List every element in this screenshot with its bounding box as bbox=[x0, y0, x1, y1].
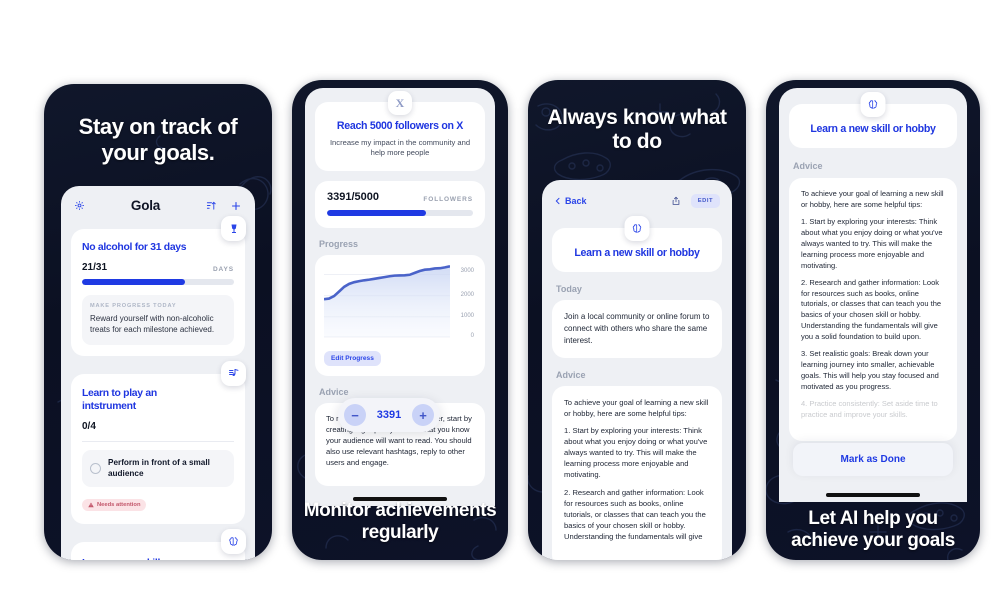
advice-paragraph: 2. Research and gather information: Look… bbox=[801, 277, 942, 342]
app-screen-2: X Reach 5000 followers on X Increase my … bbox=[305, 88, 495, 506]
advice-paragraph: 2. Research and gather information: Look… bbox=[564, 487, 706, 541]
phone-mockup-3: Always know what to do Back EDIT Learn a… bbox=[528, 80, 746, 560]
goal-unit: DAYS bbox=[212, 266, 234, 273]
y-tick-0: 0 bbox=[470, 333, 474, 340]
advice-paragraph: 1. Start by exploring your interests: Th… bbox=[801, 216, 943, 270]
counter-card: 3391/5000 FOLLOWERS bbox=[315, 180, 485, 228]
mark-as-done-button[interactable]: Mark as Done bbox=[793, 443, 953, 476]
app-screen-1: Gola No alcohol for 31 days 21/31 DAYS M… bbox=[61, 186, 255, 560]
y-tick-3000: 3000 bbox=[460, 268, 474, 275]
goal-header-card-4: Learn a new skill or hobby bbox=[789, 92, 957, 148]
progress-section-label: Progress bbox=[319, 238, 359, 249]
phone-mockup-2: X Reach 5000 followers on X Increase my … bbox=[292, 80, 508, 560]
advice-paragraph: 4. Practice consistently: Set aside time… bbox=[801, 398, 938, 419]
plus-icon[interactable] bbox=[230, 200, 242, 212]
stepper-decrement-button[interactable]: − bbox=[344, 404, 366, 426]
music-note-icon bbox=[221, 360, 246, 386]
goal-progress-bar bbox=[82, 279, 234, 285]
y-tick-2000: 2000 bbox=[460, 292, 474, 299]
advice-paragraphs: To achieve your goal of learning a new s… bbox=[801, 189, 945, 421]
panel-2-headline: Monitor achievements regularly bbox=[303, 500, 497, 544]
followers-chart: 3000 2000 1000 0 bbox=[324, 264, 476, 340]
brain-icon bbox=[624, 216, 650, 241]
today-text: Join a local community or online forum t… bbox=[564, 312, 710, 345]
goal-title: No alcohol for 31 days bbox=[82, 242, 187, 253]
back-button[interactable]: Back bbox=[554, 196, 587, 206]
advice-paragraph: 3. Set realistic goals: Break down your … bbox=[801, 349, 939, 391]
goal-fraction: 0/4 bbox=[82, 420, 96, 432]
advice-paragraphs: To achieve your goal of learning a new s… bbox=[564, 397, 710, 542]
panel-4-headline: Let AI help you achieve your goals bbox=[791, 508, 955, 552]
advice-section-label: Advice bbox=[319, 386, 349, 397]
goal-title: Learn a new skill or hobby bbox=[82, 557, 192, 560]
status-badge-label: Needs attention bbox=[97, 502, 141, 509]
app-screen-4: Learn a new skill or hobby Advice To ach… bbox=[779, 88, 967, 502]
goal-card-skill[interactable]: Learn a new skill or hobby bbox=[71, 529, 246, 560]
counter-unit: FOLLOWERS bbox=[423, 195, 473, 203]
advice-paragraph: To achieve your goal of learning a new s… bbox=[801, 189, 944, 209]
page-title: Gola bbox=[130, 198, 161, 213]
goal-tip-box: MAKE PROGRESS TODAY Reward yourself with… bbox=[82, 295, 234, 345]
stepper-increment-button[interactable]: + bbox=[411, 404, 434, 426]
back-label: Back bbox=[565, 196, 587, 206]
home-indicator bbox=[826, 493, 920, 497]
screenshot-root: Stay on track of your goals. Gola No alc… bbox=[0, 0, 1000, 600]
chevron-left-icon bbox=[555, 197, 560, 205]
tip-text: Reward yourself with non-alcoholic treat… bbox=[90, 314, 215, 335]
goal-header-card: X Reach 5000 followers on X Increase my … bbox=[315, 91, 485, 171]
progress-chart-card: 3000 2000 1000 0 Edit Progress bbox=[315, 254, 485, 376]
x-logo-icon: X bbox=[388, 91, 412, 115]
y-tick-1000: 1000 bbox=[460, 313, 474, 320]
counter-progress-bar bbox=[327, 209, 473, 216]
alert-icon bbox=[88, 502, 94, 508]
divider bbox=[82, 440, 234, 442]
status-badge: Needs attention bbox=[82, 499, 147, 512]
edit-button[interactable]: EDIT bbox=[690, 194, 720, 208]
app-screen-3: Back EDIT Learn a new skill or hobby Tod… bbox=[542, 180, 732, 560]
advice-paragraph: To achieve your goal of learning a new s… bbox=[564, 398, 709, 419]
brain-icon bbox=[860, 92, 886, 117]
share-icon[interactable] bbox=[671, 196, 681, 206]
stepper-value: 3391 bbox=[376, 409, 402, 421]
sort-icon[interactable] bbox=[206, 200, 217, 211]
today-section-label: Today bbox=[556, 284, 582, 294]
app-nav-bar-3: Back EDIT bbox=[542, 180, 732, 212]
phone-mockup-1: Stay on track of your goals. Gola No alc… bbox=[44, 84, 272, 560]
goal-card-alcohol[interactable]: No alcohol for 31 days 21/31 DAYS MAKE P… bbox=[71, 216, 246, 356]
advice-card-4: To achieve your goal of learning a new s… bbox=[789, 178, 957, 441]
goal-card-instrument[interactable]: Learn to play an intstrument 0/4 Perform… bbox=[71, 360, 246, 525]
counter-fraction: 3391/5000 bbox=[327, 190, 379, 203]
gear-icon[interactable] bbox=[74, 200, 85, 211]
goal-subtitle: Increase my impact in the community and … bbox=[329, 138, 471, 158]
goal-title: Learn a new skill or hobby bbox=[810, 123, 936, 135]
advice-card-3: To achieve your goal of learning a new s… bbox=[552, 386, 722, 560]
today-card: Join a local community or online forum t… bbox=[552, 300, 722, 358]
tip-label: MAKE PROGRESS TODAY bbox=[90, 303, 177, 309]
goal-progress-fill bbox=[82, 279, 186, 285]
panel-1-headline: Stay on track of your goals. bbox=[78, 114, 238, 165]
brain-icon bbox=[221, 529, 246, 555]
counter-progress-fill bbox=[327, 209, 427, 216]
task-row[interactable]: Perform in front of a small audience bbox=[82, 449, 234, 488]
panel-3-headline: Always know what to do bbox=[547, 106, 727, 154]
goal-title: Reach 5000 followers on X bbox=[336, 120, 464, 132]
phone-mockup-4: Learn a new skill or hobby Advice To ach… bbox=[766, 80, 980, 560]
advice-section-label: Advice bbox=[556, 370, 586, 380]
value-stepper[interactable]: − 3391 + bbox=[338, 398, 440, 432]
task-label: Perform in front of a small audience bbox=[108, 457, 210, 478]
wine-glass-icon bbox=[221, 216, 246, 241]
task-checkbox[interactable] bbox=[90, 463, 101, 475]
goal-header-card-3: Learn a new skill or hobby bbox=[552, 216, 722, 272]
advice-paragraph: 1. Start by exploring your interests: Th… bbox=[564, 426, 708, 480]
advice-section-label: Advice bbox=[793, 161, 823, 171]
edit-progress-button[interactable]: Edit Progress bbox=[324, 350, 381, 366]
app-nav-bar-1: Gola bbox=[61, 186, 255, 219]
goal-fraction: 21/31 bbox=[82, 262, 108, 273]
goal-title: Learn a new skill or hobby bbox=[574, 247, 700, 259]
goal-title: Learn to play an intstrument bbox=[82, 387, 157, 413]
